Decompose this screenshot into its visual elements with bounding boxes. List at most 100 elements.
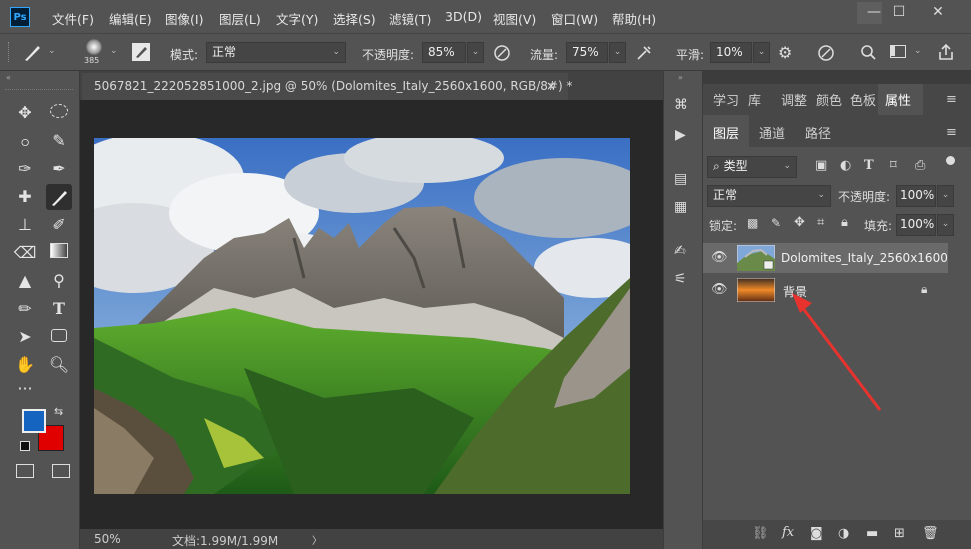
lock-position-icon[interactable]: ✥ (794, 215, 805, 230)
actions-panel-icon[interactable]: ▶ (675, 127, 686, 143)
opacity-input[interactable]: 85% (422, 42, 466, 63)
close-tab-icon[interactable]: × (546, 73, 556, 100)
search-icon[interactable] (858, 43, 878, 63)
brush-preview-icon[interactable] (86, 39, 102, 55)
tab-learn[interactable]: 学习 (713, 90, 739, 109)
menu-filter[interactable]: 滤镜(T) (389, 9, 431, 28)
visibility-eye-icon[interactable]: 👁︎ (711, 282, 728, 297)
pen-tool-icon[interactable]: ✏ (12, 296, 38, 322)
lock-all-icon[interactable]: 🔒︎ (841, 215, 848, 230)
pressure-opacity-icon[interactable] (492, 43, 512, 63)
tab-channels[interactable]: 通道 (759, 123, 785, 142)
collapse-icon[interactable]: « (6, 73, 11, 82)
menu-select[interactable]: 选择(S) (333, 9, 376, 28)
close-button[interactable]: ✕ (921, 2, 955, 24)
layer-row[interactable]: 👁︎ Dolomites_Italy_2560x1600 (703, 243, 948, 273)
crop-tool-icon[interactable]: ✑ (12, 156, 38, 182)
filter-shape-icon[interactable]: ⌑ (890, 158, 897, 173)
tab-paths[interactable]: 路径 (805, 123, 831, 142)
gradient-tool-icon[interactable] (46, 240, 72, 266)
tab-swatches[interactable]: 色板 (850, 90, 876, 109)
filter-adjustment-icon[interactable]: ◐ (840, 158, 851, 173)
flow-dropdown[interactable]: ⌄ (609, 42, 626, 63)
menu-file[interactable]: 文件(F) (52, 9, 94, 28)
tab-adjustments[interactable]: 调整 (781, 90, 807, 109)
new-layer-icon[interactable]: ⊞ (894, 526, 905, 541)
blur-tool-icon[interactable]: ▲ (12, 268, 38, 294)
fill-input[interactable]: 100% (896, 214, 936, 236)
menu-help[interactable]: 帮助(H) (612, 9, 656, 28)
workspace-icon[interactable] (890, 45, 906, 58)
add-mask-icon[interactable]: ◙ (810, 526, 823, 541)
filter-type-icon[interactable]: T (864, 158, 874, 173)
panel-menu-icon[interactable]: ≡ (946, 125, 957, 140)
group-layers-icon[interactable]: ▬ (866, 526, 878, 541)
smoothing-dropdown[interactable]: ⌄ (753, 42, 770, 63)
menu-type[interactable]: 文字(Y) (276, 9, 318, 28)
filter-smart-object-icon[interactable]: ⎙ (915, 158, 925, 173)
menu-view[interactable]: 视图(V) (493, 9, 536, 28)
healing-brush-tool-icon[interactable]: ✚ (12, 184, 38, 210)
chevron-down-icon[interactable]: ⌄ (110, 46, 118, 56)
eraser-tool-icon[interactable]: ⌫ (12, 240, 38, 266)
notes-panel-icon[interactable]: ▦ (674, 199, 687, 215)
history-panel-icon[interactable]: ⌘ (674, 97, 688, 113)
brush-settings-panel-icon[interactable]: ✍ (674, 243, 686, 259)
zoom-level[interactable]: 50% (94, 532, 121, 546)
foreground-color-swatch[interactable] (22, 409, 46, 433)
share-icon[interactable] (936, 42, 956, 62)
status-menu-arrow[interactable]: 〉 (312, 532, 322, 547)
move-tool-icon[interactable]: ✥ (12, 100, 38, 126)
filter-toggle-icon[interactable] (946, 156, 955, 165)
lock-artboard-icon[interactable]: ⌗ (817, 215, 824, 230)
rectangle-tool-icon[interactable] (46, 324, 72, 350)
tab-color[interactable]: 颜色 (816, 90, 842, 109)
panel-menu-icon[interactable]: ≡ (946, 92, 957, 107)
menu-window[interactable]: 窗口(W) (551, 9, 598, 28)
eyedropper-tool-icon[interactable]: ✒ (46, 156, 72, 182)
layer-filter-select[interactable]: ⌕ 类型 ⌄ (707, 156, 797, 178)
chevron-down-icon[interactable]: ⌄ (914, 46, 922, 56)
brush-settings-icon[interactable] (132, 43, 150, 61)
tab-layers[interactable]: 图层 (713, 123, 739, 142)
maximize-button[interactable]: ☐ (882, 2, 916, 24)
layer-opacity-input[interactable]: 100% (896, 185, 936, 207)
link-layers-icon[interactable]: ⛓ (752, 526, 769, 541)
opacity-dropdown[interactable]: ⌄ (467, 42, 484, 63)
properties-panel-icon[interactable]: ▤ (674, 171, 687, 187)
quick-selection-tool-icon[interactable]: ✎ (46, 128, 72, 154)
flow-input[interactable]: 75% (566, 42, 608, 63)
menu-3d[interactable]: 3D(D) (445, 9, 482, 24)
smoothing-input[interactable]: 10% (710, 42, 752, 63)
gear-icon[interactable]: ⚙ (778, 43, 792, 62)
menu-edit[interactable]: 编辑(E) (109, 9, 152, 28)
default-colors-icon[interactable] (20, 441, 30, 451)
collapse-icon[interactable]: » (678, 73, 683, 82)
history-brush-tool-icon[interactable]: ✐ (46, 212, 72, 238)
fill-dropdown[interactable]: ⌄ (937, 214, 954, 236)
dodge-tool-icon[interactable]: ⚲ (46, 268, 72, 294)
clone-stamp-tool-icon[interactable]: ⊥ (12, 212, 38, 238)
layer-style-icon[interactable]: fx (782, 525, 794, 540)
lock-pixels-icon[interactable]: ✎ (771, 216, 781, 230)
visibility-eye-icon[interactable]: 👁︎ (711, 250, 728, 265)
menu-image[interactable]: 图像(I) (165, 9, 203, 28)
canvas-image[interactable] (94, 138, 630, 494)
airbrush-icon[interactable] (634, 43, 654, 63)
more-tools-icon[interactable]: ··· (12, 376, 38, 402)
brush-tool-icon[interactable] (22, 43, 44, 63)
brush-tool-icon[interactable] (46, 184, 72, 210)
quick-mask-icon[interactable] (16, 464, 34, 478)
lock-transparency-icon[interactable]: ▩ (747, 216, 758, 230)
layer-opacity-dropdown[interactable]: ⌄ (937, 185, 954, 207)
tool-presets-panel-icon[interactable]: ⚟ (674, 271, 687, 287)
tab-libraries[interactable]: 库 (748, 90, 761, 109)
filter-pixel-icon[interactable]: ▣ (815, 158, 827, 173)
adjustment-layer-icon[interactable]: ◑ (838, 526, 849, 541)
pressure-size-icon[interactable] (816, 43, 836, 63)
lasso-tool-icon[interactable]: ဝ (12, 128, 38, 154)
hand-tool-icon[interactable]: ✋ (12, 352, 38, 378)
path-selection-tool-icon[interactable]: ➤ (12, 324, 38, 350)
type-tool-icon[interactable]: T (46, 296, 72, 322)
swap-colors-icon[interactable]: ⇆ (54, 405, 63, 418)
